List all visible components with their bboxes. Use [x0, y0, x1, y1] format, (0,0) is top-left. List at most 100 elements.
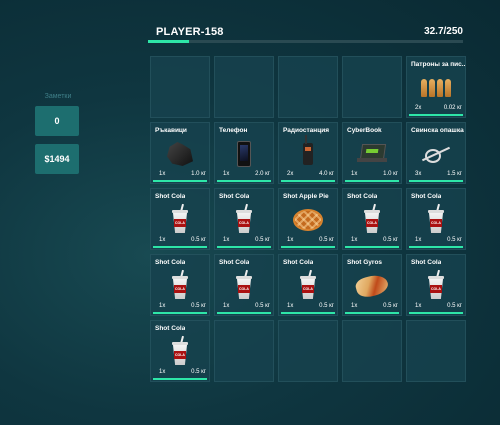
item-condition-bar: [153, 378, 207, 380]
item-quantity: 1x: [415, 303, 422, 309]
empty-slot[interactable]: [214, 320, 274, 382]
item-quantity: 3x: [415, 171, 422, 177]
item-weight: 1.0 кг: [383, 171, 398, 177]
inventory-slot[interactable]: Ръкавици 1x 1.0 кг: [150, 122, 210, 184]
inventory-slot[interactable]: Shot Cola COLA 1x 0.5 кг: [214, 188, 274, 250]
item-condition-bar: [345, 180, 399, 182]
item-weight: 2.0 кг: [255, 171, 270, 177]
empty-slot[interactable]: [278, 320, 338, 382]
item-weight: 0.5 кг: [191, 303, 206, 309]
player-name: PLAYER-158: [156, 26, 224, 38]
item-weight: 0.5 кг: [383, 237, 398, 243]
item-quantity: 1x: [351, 171, 358, 177]
empty-slot[interactable]: [214, 56, 274, 118]
cola-icon: COLA: [300, 269, 316, 299]
item-quantity: 1x: [223, 237, 230, 243]
item-quantity: 1x: [415, 237, 422, 243]
inventory-slot[interactable]: Свинска опашка 3x 1.5 кг: [406, 122, 466, 184]
item-weight: 4.0 кг: [319, 171, 334, 177]
item-name: Свинска опашка: [411, 127, 464, 134]
inventory-slot[interactable]: Патроны за пис... 2x 0.02 кг: [406, 56, 466, 118]
counter-button[interactable]: 0: [35, 106, 79, 136]
inventory-slot[interactable]: Shot Cola COLA 1x 0.5 кг: [150, 254, 210, 316]
weight-bar-fill: [148, 40, 189, 43]
cola-icon: COLA: [364, 203, 380, 233]
item-condition-bar: [153, 312, 207, 314]
inventory-slot[interactable]: Телефон 1x 2.0 кг: [214, 122, 274, 184]
phone-icon: [237, 141, 251, 167]
empty-slot[interactable]: [342, 320, 402, 382]
inventory-slot[interactable]: Shot Cola COLA 1x 0.5 кг: [214, 254, 274, 316]
money-button[interactable]: $1494: [35, 144, 79, 174]
item-weight: 1.5 кг: [447, 171, 462, 177]
item-name: Shot Cola: [283, 259, 314, 266]
cola-icon: COLA: [172, 203, 188, 233]
inventory-slot[interactable]: Shot Cola COLA 1x 0.5 кг: [278, 254, 338, 316]
item-name: Телефон: [219, 127, 248, 134]
inventory-slot[interactable]: Shot Cola COLA 1x 0.5 кг: [342, 188, 402, 250]
item-name: CyberBook: [347, 127, 382, 134]
inventory-slot[interactable]: Shot Gyros 1x 0.5 кг: [342, 254, 402, 316]
item-quantity: 1x: [351, 237, 358, 243]
inventory-slot[interactable]: Shot Cola COLA 1x 0.5 кг: [406, 254, 466, 316]
inventory-slot[interactable]: Радиостанция 2x 4.0 кг: [278, 122, 338, 184]
item-weight: 0.5 кг: [319, 237, 334, 243]
item-name: Радиостанция: [283, 127, 329, 134]
item-condition-bar: [281, 246, 335, 248]
item-weight: 0.5 кг: [319, 303, 334, 309]
item-quantity: 1x: [159, 369, 166, 375]
item-weight: 0.5 кг: [191, 369, 206, 375]
side-label: Заметки: [44, 93, 72, 100]
item-weight: 0.5 кг: [255, 237, 270, 243]
empty-slot[interactable]: [342, 56, 402, 118]
laptop-icon: [357, 144, 387, 164]
item-condition-bar: [409, 180, 463, 182]
item-name: Shot Cola: [411, 259, 442, 266]
item-condition-bar: [217, 180, 271, 182]
item-name: Shot Cola: [411, 193, 442, 200]
item-condition-bar: [409, 246, 463, 248]
item-condition-bar: [217, 312, 271, 314]
item-weight: 0.5 кг: [447, 303, 462, 309]
item-quantity: 1x: [351, 303, 358, 309]
item-name: Патроны за пис...: [411, 61, 466, 68]
item-condition-bar: [217, 246, 271, 248]
empty-slot[interactable]: [150, 56, 210, 118]
item-name: Shot Cola: [219, 193, 250, 200]
item-condition-bar: [345, 246, 399, 248]
cola-icon: COLA: [428, 203, 444, 233]
item-name: Shot Cola: [219, 259, 250, 266]
inventory-slot[interactable]: Shot Cola COLA 1x 0.5 кг: [150, 320, 210, 382]
item-condition-bar: [153, 180, 207, 182]
item-weight: 0.5 кг: [447, 237, 462, 243]
item-condition-bar: [345, 312, 399, 314]
item-quantity: 2x: [415, 105, 422, 111]
item-condition-bar: [153, 246, 207, 248]
side-panel: Заметки 0 $1494: [35, 93, 81, 182]
item-quantity: 1x: [287, 237, 294, 243]
item-quantity: 1x: [159, 237, 166, 243]
cola-icon: COLA: [172, 269, 188, 299]
inventory-slot[interactable]: CyberBook 1x 1.0 кг: [342, 122, 402, 184]
inventory-slot[interactable]: Shot Cola COLA 1x 0.5 кг: [150, 188, 210, 250]
bullets-icon: [421, 79, 451, 97]
item-name: Shot Cola: [155, 259, 186, 266]
inventory-slot[interactable]: Shot Cola COLA 1x 0.5 кг: [406, 188, 466, 250]
item-weight: 0.5 кг: [191, 237, 206, 243]
inventory-header: PLAYER-158 32.7/250: [148, 25, 463, 45]
item-name: Shot Cola: [347, 193, 378, 200]
item-condition-bar: [281, 312, 335, 314]
pie-icon: [293, 209, 323, 231]
inventory-slot[interactable]: Shot Apple Pie 1x 0.5 кг: [278, 188, 338, 250]
item-weight: 0.5 кг: [255, 303, 270, 309]
item-weight: 0.02 кг: [443, 105, 462, 111]
weight-capacity: 32.7/250: [424, 26, 463, 37]
weight-bar: [148, 40, 463, 43]
empty-slot[interactable]: [406, 320, 466, 382]
item-name: Shot Gyros: [347, 259, 383, 266]
item-condition-bar: [281, 180, 335, 182]
item-name: Shot Cola: [155, 325, 186, 332]
item-name: Shot Apple Pie: [283, 193, 329, 200]
item-condition-bar: [409, 114, 463, 116]
empty-slot[interactable]: [278, 56, 338, 118]
